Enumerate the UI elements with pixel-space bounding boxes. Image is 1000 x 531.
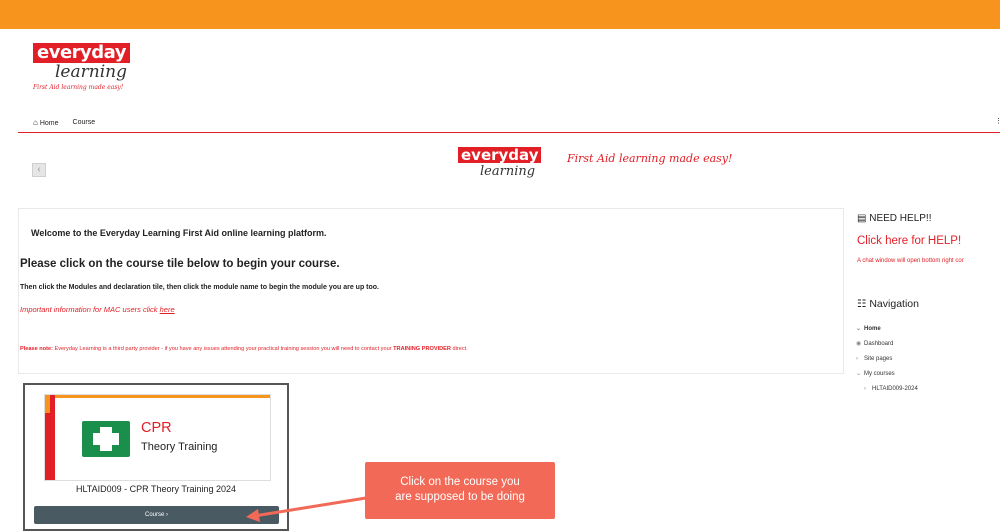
nav-item-home[interactable]: ⌄ Home bbox=[856, 322, 918, 337]
help-block-title: ▤ NEED HELP!! bbox=[857, 213, 931, 224]
nav-home-label: Home bbox=[39, 120, 59, 127]
logo-tagline: First Aid learning made easy! bbox=[33, 84, 124, 91]
first-aid-cross-icon bbox=[82, 421, 130, 457]
nav-item-site-pages[interactable]: › Site pages bbox=[856, 352, 918, 367]
banner-logo-word: everyday bbox=[458, 147, 542, 163]
chevron-right-icon: › bbox=[864, 386, 866, 392]
nav-divider bbox=[18, 132, 1000, 133]
callout-box: Click on the course you are supposed to … bbox=[365, 462, 555, 519]
callout-line-1: Click on the course you bbox=[400, 476, 520, 488]
mac-info-link[interactable]: here bbox=[160, 305, 175, 314]
welcome-text: Welcome to the Everyday Learning First A… bbox=[31, 228, 327, 238]
nav-item-dashboard[interactable]: ◉ Dashboard bbox=[856, 337, 918, 352]
help-subtext: A chat window will open bottom right cor bbox=[857, 258, 964, 264]
instruction-text: Then click the Modules and declaration t… bbox=[20, 284, 379, 291]
home-icon: ⌂ bbox=[33, 118, 38, 127]
chevron-right-icon: › bbox=[856, 356, 858, 362]
note-end: direct. bbox=[450, 346, 468, 352]
nav-item-my-courses[interactable]: ⌄ My courses bbox=[856, 367, 918, 382]
banner-logo-sub: learning bbox=[480, 164, 536, 179]
course-image-title: CPR bbox=[141, 420, 172, 436]
banner-tagline: First Aid learning made easy! bbox=[567, 152, 733, 165]
nav-item-label: My courses bbox=[864, 371, 895, 377]
callout-arrow bbox=[246, 496, 367, 522]
chevron-down-icon: ⌄ bbox=[856, 371, 862, 377]
nav-item-label: Home bbox=[864, 326, 881, 332]
logo-sub: learning bbox=[55, 62, 127, 82]
callout-line-2: are supposed to be doing bbox=[395, 491, 525, 503]
nav-item-label: Site pages bbox=[864, 356, 893, 362]
back-arrow-icon[interactable]: ‹ bbox=[32, 163, 46, 177]
provider-note: Please note: Everyday Learning is a thir… bbox=[20, 346, 468, 352]
note-strong: TRAINING PROVIDER bbox=[393, 346, 451, 352]
logo-word: everyday bbox=[33, 43, 130, 63]
course-image[interactable]: CPR Theory Training bbox=[44, 394, 271, 481]
course-image-subtitle: Theory Training bbox=[141, 441, 218, 453]
instruction-heading: Please click on the course tile below to… bbox=[20, 258, 340, 270]
welcome-panel: Welcome to the Everyday Learning First A… bbox=[18, 208, 844, 374]
help-link[interactable]: Click here for HELP! bbox=[857, 235, 961, 247]
nav-item-label: Dashboard bbox=[864, 341, 894, 347]
note-text: Everyday Learning is a third party provi… bbox=[52, 346, 394, 352]
nav-course[interactable]: Course bbox=[73, 119, 96, 126]
dashboard-icon: ◉ bbox=[856, 341, 862, 347]
chevron-down-icon: ⌄ bbox=[856, 326, 862, 332]
banner-logo: everyday learning bbox=[458, 147, 542, 179]
nav-home[interactable]: ⌂ Home bbox=[33, 118, 59, 127]
nav-item-label: HLTAID009-2024 bbox=[872, 386, 918, 392]
primary-nav: ⌂ Home Course bbox=[33, 118, 95, 127]
navigation-title-label: Navigation bbox=[869, 298, 919, 310]
sitemap-icon: ☷ bbox=[857, 298, 867, 310]
image-stripe bbox=[45, 395, 270, 398]
navigation-list: ⌄ Home ◉ Dashboard › Site pages ⌄ My courses… bbox=[856, 322, 918, 397]
more-vertical-icon[interactable]: ⋮ bbox=[995, 117, 1000, 125]
help-card-icon: ▤ bbox=[857, 213, 867, 224]
top-bar bbox=[0, 0, 1000, 29]
navigation-title: ☷ Navigation bbox=[857, 298, 919, 310]
site-logo[interactable]: everyday learning First Aid learning mad… bbox=[33, 43, 143, 103]
mac-info: Important information for MAC users clic… bbox=[20, 305, 175, 314]
mac-info-text: Important information for MAC users clic… bbox=[20, 305, 160, 314]
image-stripe bbox=[45, 395, 50, 413]
nav-item-course[interactable]: › HLTAID009-2024 bbox=[856, 382, 918, 397]
help-title-label: NEED HELP!! bbox=[869, 213, 932, 224]
note-label: Please note: bbox=[20, 346, 53, 352]
